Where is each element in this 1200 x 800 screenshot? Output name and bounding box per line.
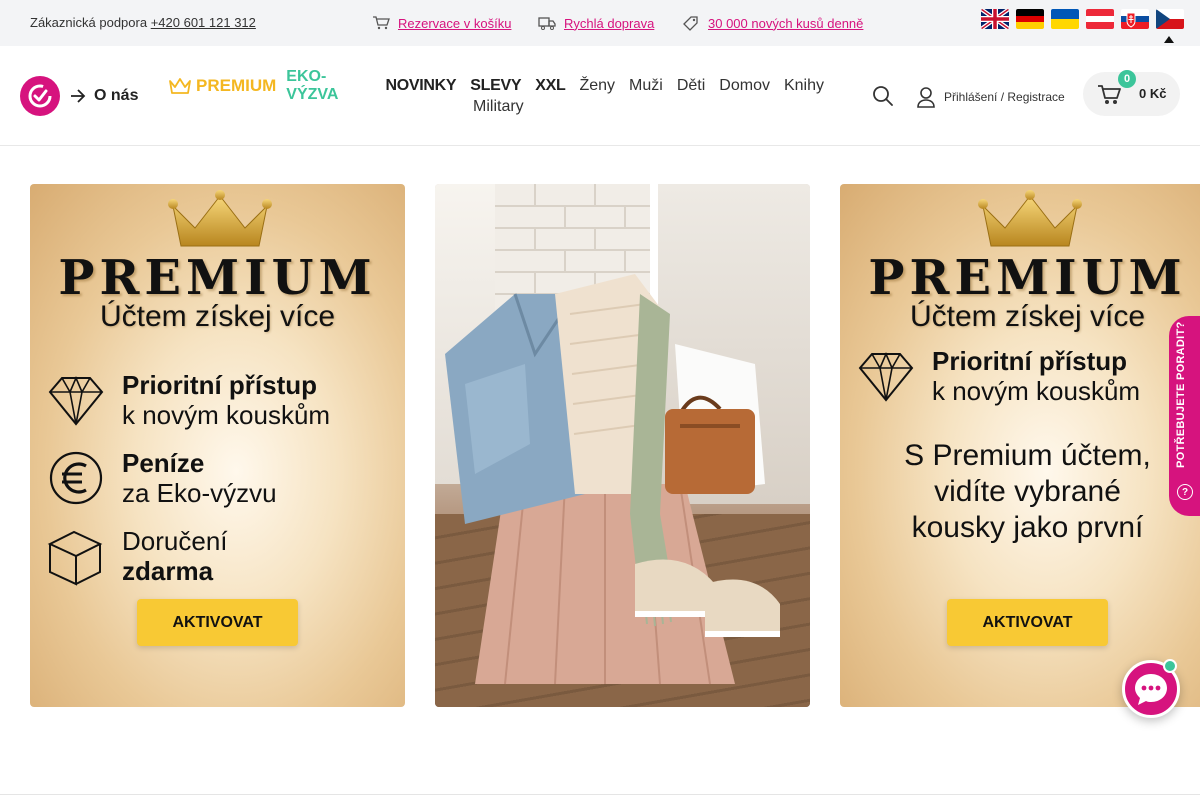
cart-button[interactable]: 0 0 Kč	[1083, 70, 1180, 116]
box-icon	[47, 530, 103, 586]
arrow-right-icon	[71, 89, 86, 103]
divider	[0, 794, 1200, 795]
premium-title: PREMIUM	[58, 250, 377, 306]
language-flags	[981, 9, 1184, 29]
premium-message: S Premium účtem, vidíte vybrané kousky j…	[840, 438, 1200, 546]
online-status-dot	[1163, 659, 1177, 673]
new-items-link[interactable]: 30 000 nových kusů denně	[682, 15, 863, 31]
nav-novinky[interactable]: NOVINKY	[385, 77, 456, 95]
premium-message-line2: vidíte vybrané	[934, 475, 1121, 508]
outfit-illustration	[445, 274, 780, 685]
ua-flag[interactable]	[1051, 9, 1079, 29]
flag-selected-caret	[1164, 36, 1174, 43]
cart-icon	[1098, 85, 1121, 104]
truck-icon	[538, 17, 556, 30]
activate-button[interactable]: AKTIVOVAT	[137, 599, 298, 646]
gb-flag[interactable]	[981, 9, 1009, 29]
feature-priority-line1: Prioritní přístup	[122, 370, 317, 400]
activate-button[interactable]: AKTIVOVAT	[947, 599, 1108, 646]
new-items-label: 30 000 nových kusů denně	[708, 15, 864, 31]
diamond-icon	[48, 375, 104, 426]
logo-icon	[28, 84, 52, 108]
nav-military[interactable]: Military	[473, 98, 524, 116]
tag-icon	[683, 16, 698, 31]
nav-deti[interactable]: Děti	[677, 77, 705, 95]
site-logo[interactable]	[20, 76, 60, 116]
about-link[interactable]: O nás	[70, 87, 138, 105]
cart-count-badge: 0	[1118, 70, 1136, 88]
feature-money-line1: Peníze	[122, 448, 205, 478]
main-nav: PREMIUM EKO-VÝZVA NOVINKY SLEVY XXL Ženy…	[168, 68, 838, 115]
login-label: Přihlášení / Registrace	[944, 90, 1065, 104]
diamond-icon	[858, 351, 914, 402]
premium-subtitle: Účtem získej více	[99, 300, 336, 333]
nav-premium-label: PREMIUM	[196, 76, 277, 95]
premium-banner-right[interactable]: PREMIUM Účtem získej více Prioritní přís…	[840, 184, 1200, 707]
cz-flag[interactable]	[1156, 9, 1184, 29]
chat-bubble-icon	[1135, 674, 1167, 705]
at-flag[interactable]	[1086, 9, 1114, 29]
support-label: Zákaznická podpora	[30, 15, 148, 30]
nav-xxl[interactable]: XXL	[535, 77, 566, 95]
support-info: Zákaznická podpora +420 601 121 312	[30, 15, 256, 30]
feature-delivery: Doručení zdarma	[46, 526, 228, 586]
nav-slevy[interactable]: SLEVY	[470, 77, 521, 95]
feature-priority: Prioritní přístup k novým kouskům	[856, 346, 1140, 406]
cart-price: 0 Kč	[1139, 86, 1167, 101]
feature-priority-line1: Prioritní přístup	[932, 346, 1127, 376]
sk-flag[interactable]	[1121, 9, 1149, 29]
shipping-link[interactable]: Rychlá doprava	[538, 15, 654, 31]
feature-money: Peníze za Eko-výzvu	[46, 448, 277, 508]
nav-muzi[interactable]: Muži	[629, 77, 663, 95]
user-icon	[917, 87, 935, 108]
reservation-label: Rezervace v košíku	[398, 15, 512, 31]
feature-priority-line2: k novým kouskům	[932, 376, 1141, 406]
login-link[interactable]: Přihlášení / Registrace	[916, 86, 1065, 108]
nav-knihy[interactable]: Knihy	[784, 77, 824, 95]
nav-domov[interactable]: Domov	[719, 77, 770, 95]
shipping-label: Rychlá doprava	[564, 15, 655, 31]
search-icon[interactable]	[872, 85, 894, 107]
nav-premium[interactable]: PREMIUM	[168, 76, 276, 96]
premium-subtitle: Účtem získej více	[909, 300, 1146, 333]
crown-icon	[169, 78, 191, 94]
premium-title: PREMIUM	[868, 250, 1187, 306]
main-header: O nás PREMIUM EKO-VÝZVA NOVINKY SLEVY XX…	[0, 46, 1200, 146]
gold-crown-icon	[168, 190, 272, 247]
nav-zeny[interactable]: Ženy	[579, 77, 615, 95]
feature-delivery-line2: zdarma	[122, 556, 214, 586]
feature-priority: Prioritní přístup k novým kouskům	[46, 370, 330, 430]
about-label: O nás	[94, 87, 139, 104]
help-question-icon: ?	[1177, 484, 1193, 500]
de-flag[interactable]	[1016, 9, 1044, 29]
reservation-link[interactable]: Rezervace v košíku	[372, 15, 511, 31]
help-side-label: POTŘEBUJETE PORADIT?	[1175, 321, 1187, 468]
premium-message-line3: kousky jako první	[911, 511, 1144, 544]
euro-coin-icon	[49, 451, 103, 505]
premium-message-line1: S Premium účtem,	[904, 439, 1151, 472]
feature-delivery-line1: Doručení	[122, 526, 228, 556]
gold-crown-icon	[978, 190, 1082, 247]
cart-icon	[373, 16, 390, 30]
feature-money-line2: za Eko-výzvu	[122, 478, 277, 508]
nav-eko-vyzva[interactable]: EKO-VÝZVA	[286, 68, 371, 104]
premium-banner-left[interactable]: PREMIUM Účtem získej více Prioritní přís…	[30, 184, 405, 707]
top-bar: Zákaznická podpora +420 601 121 312 Reze…	[0, 0, 1200, 46]
support-phone-link[interactable]: +420 601 121 312	[151, 15, 256, 30]
clothing-photo-banner[interactable]	[435, 184, 810, 707]
feature-priority-line2: k novým kouskům	[122, 400, 331, 430]
